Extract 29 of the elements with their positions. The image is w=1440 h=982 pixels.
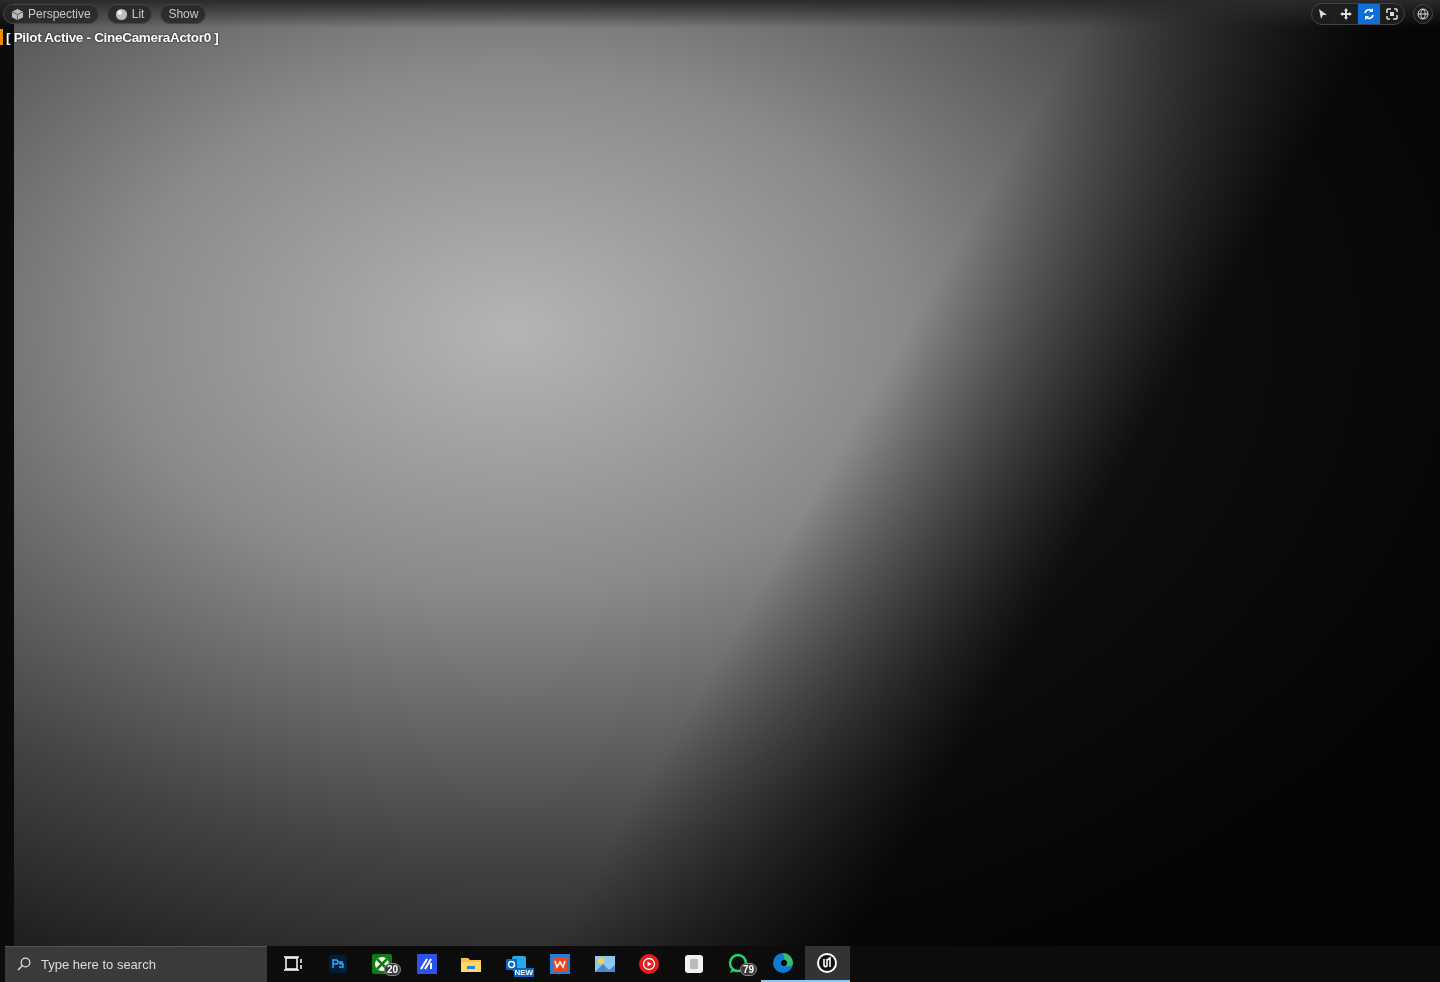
search-icon — [17, 957, 31, 971]
sphere-icon — [114, 7, 128, 21]
cursor-icon — [1317, 8, 1329, 20]
notification-count: 79 — [740, 963, 758, 976]
view-mode-button[interactable]: Perspective — [3, 4, 99, 24]
editor-app-icon — [415, 953, 438, 975]
cube-icon — [11, 7, 24, 21]
scale-icon — [1386, 8, 1398, 20]
pilot-marker-icon — [0, 29, 3, 45]
taskbar-app-button[interactable]: 20 — [360, 946, 405, 982]
show-menu-button[interactable]: Show — [160, 4, 207, 24]
notification-count: 20 — [384, 963, 402, 976]
office-app-icon — [549, 953, 572, 975]
play-circle-icon — [638, 953, 661, 975]
rotate-icon — [1363, 8, 1375, 20]
taskbar-app-button[interactable] — [805, 946, 850, 982]
globe-icon — [1417, 8, 1429, 20]
pilot-active-label: [ Pilot Active - CineCameraActor0 ] — [6, 29, 219, 45]
store-app-icon — [682, 953, 705, 975]
ps-app-icon — [326, 953, 349, 975]
taskbar-app-button[interactable]: 79 — [716, 946, 761, 982]
new-tag: NEW — [513, 968, 535, 977]
rotate-tool-button[interactable] — [1358, 4, 1381, 24]
search-field[interactable]: Type here to search — [5, 946, 267, 982]
move-icon — [1340, 8, 1352, 20]
photos-app-icon — [593, 953, 616, 975]
unreal-logo-icon — [816, 952, 839, 974]
taskbar-app-button[interactable]: NEW — [493, 946, 538, 982]
edge-browser-icon — [771, 952, 794, 974]
